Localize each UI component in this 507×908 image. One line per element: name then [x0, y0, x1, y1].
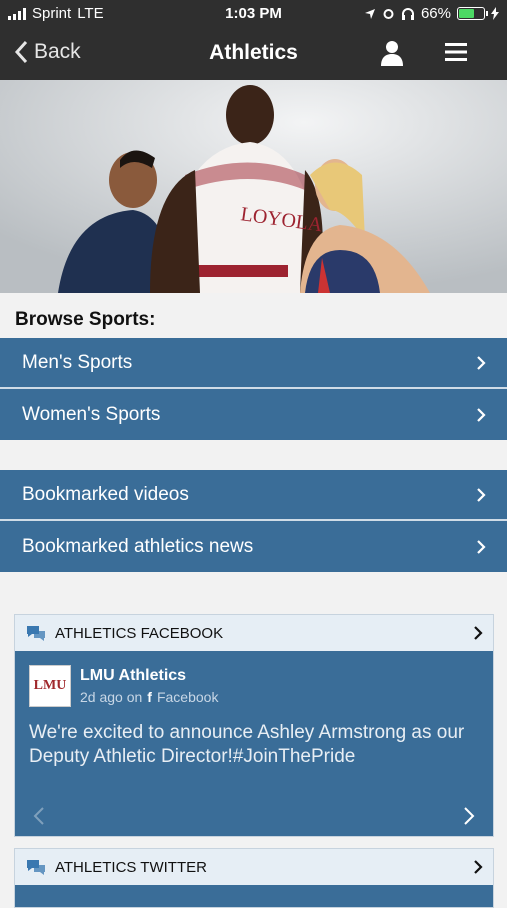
- page-title: Athletics: [209, 41, 298, 64]
- twitter-card-header[interactable]: ATHLETICS TWITTER: [15, 849, 493, 885]
- browse-sports-list: Men's Sports Women's Sports: [0, 338, 507, 440]
- battery-icon: [457, 7, 488, 20]
- chevron-right-icon: [477, 539, 486, 554]
- facebook-card-header[interactable]: ATHLETICS FACEBOOK: [15, 615, 493, 651]
- chevron-right-icon: [477, 487, 486, 502]
- chevron-right-icon: [477, 407, 486, 422]
- hero-image: LOYOLA: [0, 80, 507, 293]
- lmu-logo: LMU: [29, 665, 71, 707]
- browse-sports-heading: Browse Sports:: [15, 309, 156, 330]
- bookmarks-list: Bookmarked videos Bookmarked athletics n…: [0, 470, 507, 572]
- charging-icon: [491, 7, 499, 20]
- battery-percent: 66%: [420, 5, 451, 22]
- alarm-icon: [383, 9, 394, 19]
- headphones-icon: [401, 8, 414, 20]
- chat-bubbles-icon: [27, 626, 45, 641]
- list-item-label: Bookmarked videos: [22, 483, 189, 505]
- list-item-label: Bookmarked athletics news: [22, 535, 254, 557]
- facebook-icon: f: [147, 689, 152, 705]
- status-bar: Sprint LTE 1:03 PM 66%: [0, 0, 507, 28]
- chat-bubbles-icon: [27, 860, 45, 875]
- facebook-post[interactable]: LMU LMU Athletics 2d ago on f Facebook W…: [15, 651, 493, 836]
- nav-bar: Back Athletics: [0, 28, 507, 80]
- post-text: We're excited to announce Ashley Armstro…: [29, 722, 465, 767]
- post-author: LMU Athletics: [80, 667, 187, 684]
- chevron-right-icon: [474, 860, 483, 874]
- chevron-right-icon: [477, 355, 486, 370]
- menu-icon[interactable]: [445, 42, 467, 62]
- card-header-label: ATHLETICS FACEBOOK: [55, 624, 224, 642]
- post-source: Facebook: [156, 689, 219, 705]
- user-icon[interactable]: [380, 40, 404, 66]
- post-time: 2d ago on: [80, 689, 143, 705]
- list-item-label: Men's Sports: [22, 351, 133, 373]
- list-item-womens-sports[interactable]: Women's Sports: [0, 389, 507, 440]
- list-item-mens-sports[interactable]: Men's Sports: [0, 338, 507, 389]
- chevron-left-icon[interactable]: [33, 806, 45, 826]
- twitter-card: ATHLETICS TWITTER: [14, 848, 494, 908]
- list-item-bookmarked-news[interactable]: Bookmarked athletics news: [0, 521, 507, 572]
- list-item-label: Women's Sports: [22, 403, 161, 425]
- location-icon: [364, 8, 375, 19]
- post-meta: 2d ago on f Facebook: [80, 689, 218, 705]
- chevron-right-icon[interactable]: [463, 806, 475, 826]
- list-item-bookmarked-videos[interactable]: Bookmarked videos: [0, 470, 507, 521]
- chevron-right-icon: [474, 626, 483, 640]
- facebook-card: ATHLETICS FACEBOOK LMU LMU Athletics 2d …: [14, 614, 494, 837]
- card-header-label: ATHLETICS TWITTER: [55, 858, 207, 876]
